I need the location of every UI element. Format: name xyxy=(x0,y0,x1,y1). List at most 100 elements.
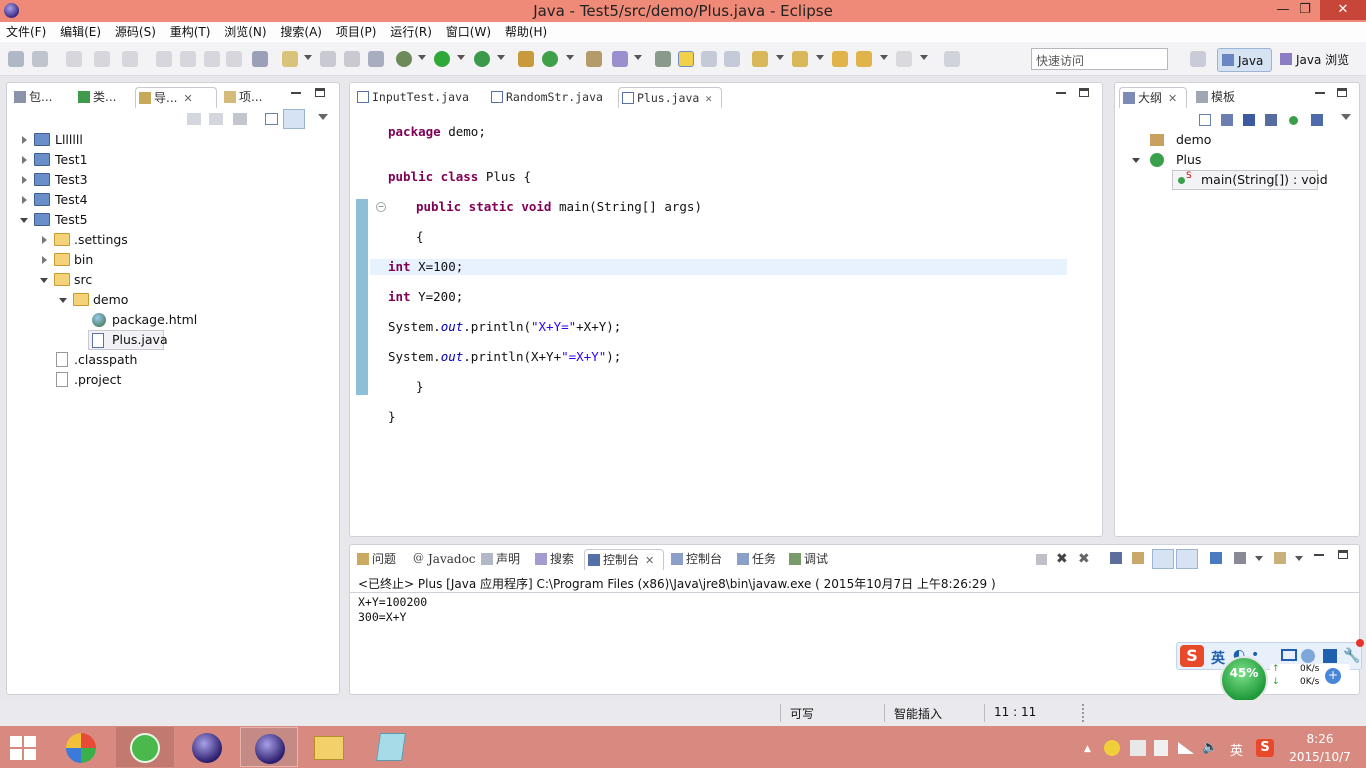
chevron-down-icon[interactable] xyxy=(418,55,426,60)
new-wizard-icon[interactable] xyxy=(282,51,298,67)
tab-randomstr[interactable]: RandomStr.java xyxy=(488,87,612,108)
skip-breakpoints-icon[interactable] xyxy=(252,51,268,67)
tree-item-project[interactable]: Test3 xyxy=(20,170,320,190)
new-icon[interactable] xyxy=(8,51,24,67)
skin-icon[interactable] xyxy=(1323,649,1337,663)
tab-templates[interactable]: 模板 xyxy=(1193,87,1253,108)
tree-item-folder[interactable]: .settings xyxy=(40,230,320,250)
collapse-all-icon[interactable] xyxy=(1199,114,1211,126)
tab-inputtest[interactable]: InputTest.java xyxy=(354,87,482,108)
tab-package-explorer[interactable]: 包... xyxy=(11,87,63,108)
tab-search[interactable]: 搜索 xyxy=(532,549,582,570)
disconnect-icon[interactable] xyxy=(226,51,242,67)
close-button[interactable]: ✕ xyxy=(1320,0,1366,20)
tree-item-project[interactable]: Test4 xyxy=(20,190,320,210)
speed-meter[interactable]: 45% xyxy=(1220,656,1268,704)
menu-edit[interactable]: 编辑(E) xyxy=(55,22,106,42)
last-edit-icon[interactable] xyxy=(832,51,848,67)
tab-type-hierarchy[interactable]: 类... xyxy=(75,87,127,108)
fold-icon[interactable]: − xyxy=(376,202,386,212)
redo-icon[interactable] xyxy=(94,51,110,67)
tab-debug[interactable]: 调试 xyxy=(786,549,836,570)
chevron-down-icon[interactable] xyxy=(634,55,642,60)
tree-item-project[interactable]: Test1 xyxy=(20,150,320,170)
chevron-down-icon[interactable] xyxy=(457,55,465,60)
start-button[interactable] xyxy=(10,736,38,760)
save-all-icon[interactable] xyxy=(344,51,360,67)
code-line-7[interactable]: { xyxy=(416,228,424,246)
save-icon[interactable] xyxy=(320,51,336,67)
horizontal-scrollbar[interactable] xyxy=(390,515,1066,529)
chevron-down-icon[interactable] xyxy=(776,55,784,60)
run-icon[interactable] xyxy=(434,51,450,67)
user-icon[interactable] xyxy=(1301,649,1315,663)
expand-icon[interactable] xyxy=(22,176,27,184)
tab-javadoc[interactable]: @ Javadoc xyxy=(410,549,476,570)
view-menu-icon[interactable] xyxy=(1341,114,1351,120)
menu-help[interactable]: 帮助(H) xyxy=(500,22,552,42)
menu-file[interactable]: 文件(F) xyxy=(0,22,51,42)
code-line-9[interactable]: int X=100; xyxy=(388,258,463,276)
menu-window[interactable]: 窗口(W) xyxy=(441,22,496,42)
run-external-icon[interactable] xyxy=(474,51,490,67)
tray-app-icon[interactable] xyxy=(1104,740,1120,756)
open-project-icon[interactable] xyxy=(586,51,602,67)
maximize-view-icon[interactable] xyxy=(315,88,325,97)
highlight-icon[interactable] xyxy=(678,51,694,67)
code-line-1[interactable]: package demo; xyxy=(388,123,486,141)
collapse-icon[interactable] xyxy=(59,298,67,303)
clear-console-icon[interactable] xyxy=(1110,552,1122,564)
chevron-down-icon[interactable] xyxy=(566,55,574,60)
network-icon[interactable] xyxy=(1178,742,1194,754)
tree-item-file-selected[interactable]: Plus.java xyxy=(88,330,168,350)
menu-search[interactable]: 搜索(A) xyxy=(275,22,327,42)
taskbar-app-eclipse-active[interactable] xyxy=(240,727,298,767)
open-type-icon[interactable] xyxy=(32,51,48,67)
tree-item-file[interactable]: .classpath xyxy=(54,350,314,370)
keyboard-icon[interactable] xyxy=(1281,649,1297,661)
back-icon[interactable] xyxy=(856,51,872,67)
view-menu-icon[interactable] xyxy=(318,114,328,120)
code-line-3[interactable]: public class Plus { xyxy=(388,168,531,186)
prev-annotation-icon[interactable] xyxy=(792,51,808,67)
code-line-11[interactable]: int Y=200; xyxy=(388,288,463,306)
code-line-5[interactable]: public static void main(String[] args) xyxy=(416,198,702,216)
expand-icon[interactable] xyxy=(22,136,27,144)
hide-nonpublic-icon[interactable] xyxy=(1289,116,1298,125)
tab-plus[interactable]: Plus.java ✕ xyxy=(618,87,722,108)
forward-icon[interactable] xyxy=(896,51,912,67)
quick-access-input[interactable]: 快速访问 xyxy=(1031,48,1168,70)
wrench-icon[interactable]: 🔧 xyxy=(1343,648,1360,664)
tray-expand-icon[interactable]: ▲ xyxy=(1084,744,1091,754)
chevron-down-icon[interactable] xyxy=(1295,556,1303,561)
taskbar-app-360[interactable] xyxy=(52,727,110,767)
minimize-view-icon[interactable] xyxy=(1314,554,1324,556)
pin-console-icon[interactable] xyxy=(1210,552,1222,564)
chevron-down-icon[interactable] xyxy=(920,55,928,60)
taskbar-app-eclipse[interactable] xyxy=(178,727,236,767)
print-icon[interactable] xyxy=(368,51,384,67)
close-icon[interactable]: ✕ xyxy=(1168,89,1177,109)
hide-local-types-icon[interactable] xyxy=(1311,114,1323,126)
horizontal-scrollbar[interactable] xyxy=(358,675,1350,689)
remove-launch-icon[interactable]: ✖ xyxy=(1056,551,1068,567)
new-class-icon[interactable] xyxy=(542,51,558,67)
menu-run[interactable]: 运行(R) xyxy=(385,22,437,42)
collapse-all-icon[interactable] xyxy=(265,113,278,125)
collapse-icon[interactable] xyxy=(20,218,28,223)
add-icon[interactable]: + xyxy=(1325,668,1341,684)
search-tool-icon[interactable] xyxy=(612,51,628,67)
perspective-java-browse[interactable]: Java 浏览 xyxy=(1276,48,1358,72)
menu-project[interactable]: 项目(P) xyxy=(331,22,382,42)
sort-icon[interactable] xyxy=(1221,114,1233,126)
expand-icon[interactable] xyxy=(42,236,47,244)
taskbar-app-browser[interactable] xyxy=(116,727,174,767)
expand-icon[interactable] xyxy=(22,196,27,204)
hide-static-icon[interactable] xyxy=(1265,114,1277,126)
maximize-button[interactable]: ❐ xyxy=(1290,0,1320,20)
link-editor-icon[interactable] xyxy=(283,109,305,129)
chevron-down-icon[interactable] xyxy=(1255,556,1263,561)
open-perspective-icon[interactable] xyxy=(1190,51,1206,67)
minimize-view-icon[interactable] xyxy=(291,92,301,94)
tab-declaration[interactable]: 声明 xyxy=(478,549,528,570)
